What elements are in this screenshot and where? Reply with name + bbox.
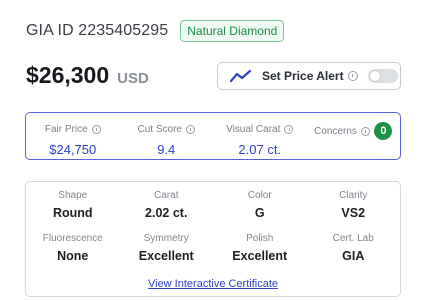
spec-shape: Shape Round — [26, 190, 120, 220]
score-label: Visual Carat — [226, 124, 281, 135]
spec-label: Clarity — [339, 190, 368, 201]
set-price-alert-button[interactable]: Set Price Alert — [217, 62, 401, 90]
spec-label: Fluorescence — [42, 233, 103, 244]
spec-value: VS2 — [341, 206, 366, 220]
score-label: Fair Price — [44, 124, 88, 135]
info-icon[interactable] — [360, 127, 370, 136]
spec-cert-lab: Cert. Lab GIA — [307, 233, 401, 263]
price-alert-toggle[interactable] — [367, 69, 398, 83]
spec-label: Symmetry — [143, 233, 189, 244]
info-icon[interactable] — [347, 71, 358, 81]
toggle-knob — [368, 70, 381, 82]
specs-panel: Shape Round Carat 2.02 ct. Color G Clarity V… — [25, 181, 401, 297]
score-cut-score: Cut Score 9.4 — [120, 113, 214, 159]
spec-carat: Carat 2.02 ct. — [120, 190, 214, 220]
score-label: Cut Score — [137, 124, 182, 135]
concerns-count-badge[interactable]: 0 — [374, 122, 393, 140]
spec-color: Color G — [213, 190, 307, 220]
info-icon[interactable] — [284, 125, 294, 134]
header: GIA ID 2235405295 Natural Diamond — [26, 20, 285, 42]
spec-clarity: Clarity VS2 — [307, 190, 401, 220]
spec-polish: Polish Excellent — [213, 233, 307, 263]
set-price-alert-label: Set Price Alert — [262, 69, 344, 83]
price-currency: USD — [117, 70, 149, 87]
score-value: $24,750 — [49, 142, 97, 157]
score-value: 9.4 — [157, 142, 176, 157]
spec-symmetry: Symmetry Excellent — [120, 233, 214, 263]
spec-value: GIA — [342, 249, 365, 263]
spec-label: Shape — [58, 190, 88, 201]
view-certificate-link[interactable]: View Interactive Certificate — [26, 278, 400, 290]
price-amount: $26,300 — [26, 62, 110, 88]
spec-label: Carat — [154, 190, 179, 201]
score-fair-price: Fair Price $24,750 — [26, 113, 120, 159]
spec-value: Excellent — [232, 249, 288, 263]
spec-value: G — [254, 206, 265, 220]
score-value: 2.07 ct. — [238, 142, 282, 157]
spec-value: 2.02 ct. — [145, 206, 188, 220]
score-summary: Fair Price $24,750 Cut Score 9.4 Visual … — [25, 112, 401, 160]
score-concerns: Concerns 0 — [307, 113, 401, 159]
info-icon[interactable] — [91, 125, 101, 134]
score-label: Concerns — [314, 126, 357, 137]
spec-value: Excellent — [138, 249, 194, 263]
trending-up-icon — [230, 69, 252, 83]
price-row: $26,300 USD — [26, 62, 149, 89]
spec-label: Cert. Lab — [332, 233, 374, 244]
score-visual-carat: Visual Carat 2.07 ct. — [213, 113, 307, 159]
specs-grid: Shape Round Carat 2.02 ct. Color G Clarity V… — [26, 182, 400, 263]
natural-diamond-badge: Natural Diamond — [180, 20, 285, 42]
spec-label: Color — [247, 190, 272, 201]
spec-fluorescence: Fluorescence None — [26, 233, 120, 263]
spec-label: Polish — [246, 233, 274, 244]
spec-value: None — [57, 249, 89, 263]
gia-id: GIA ID 2235405295 — [26, 22, 169, 39]
info-icon[interactable] — [185, 125, 195, 134]
spec-value: Round — [52, 206, 93, 220]
